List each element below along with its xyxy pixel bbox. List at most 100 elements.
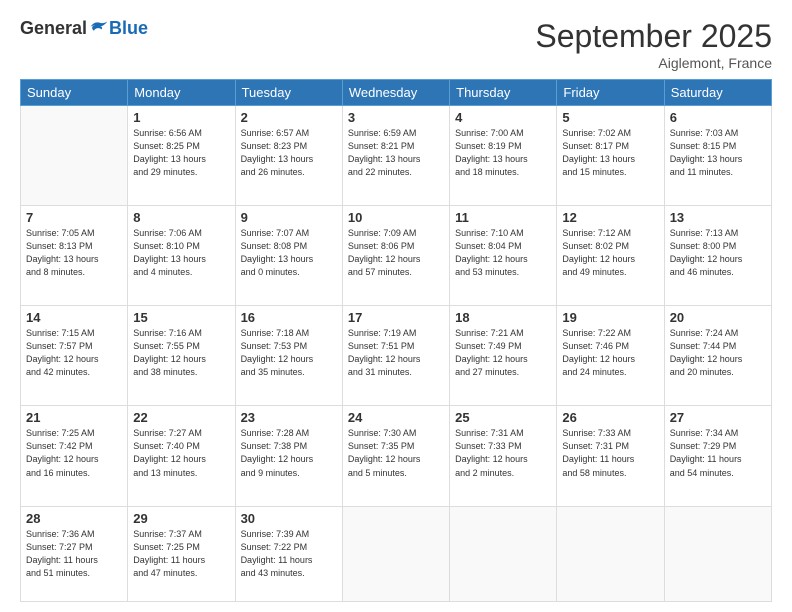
- day-number: 26: [562, 410, 658, 425]
- table-row: 12 Sunrise: 7:12 AM Sunset: 8:02 PM Dayli…: [557, 206, 664, 306]
- day-info: Sunrise: 7:36 AM Sunset: 7:27 PM Dayligh…: [26, 528, 122, 580]
- day-number: 3: [348, 110, 444, 125]
- day-info: Sunrise: 7:30 AM Sunset: 7:35 PM Dayligh…: [348, 427, 444, 479]
- day-number: 10: [348, 210, 444, 225]
- day-number: 18: [455, 310, 551, 325]
- table-row: 27Sunrise: 7:34 AM Sunset: 7:29 PM Dayli…: [664, 406, 771, 506]
- table-row: 15 Sunrise: 7:16 AM Sunset: 7:55 PM Dayli…: [128, 306, 235, 406]
- table-row: 19 Sunrise: 7:22 AM Sunset: 7:46 PM Dayli…: [557, 306, 664, 406]
- day-info: Sunrise: 7:07 AM Sunset: 8:08 PM Dayligh…: [241, 227, 337, 279]
- col-monday: Monday: [128, 80, 235, 106]
- day-number: 16: [241, 310, 337, 325]
- table-row: 29 Sunrise: 7:37 AM Sunset: 7:25 PM Dayli…: [128, 506, 235, 602]
- col-wednesday: Wednesday: [342, 80, 449, 106]
- day-info: Sunrise: 7:33 AM Sunset: 7:31 PM Dayligh…: [562, 427, 658, 479]
- day-info: Sunrise: 7:18 AM Sunset: 7:53 PM Dayligh…: [241, 327, 337, 379]
- table-row: [664, 506, 771, 602]
- table-row: 25 Sunrise: 7:31 AM Sunset: 7:33 PM Dayli…: [450, 406, 557, 506]
- col-tuesday: Tuesday: [235, 80, 342, 106]
- table-row: 26 Sunrise: 7:33 AM Sunset: 7:31 PM Dayli…: [557, 406, 664, 506]
- day-info: Sunrise: 7:21 AM Sunset: 7:49 PM Dayligh…: [455, 327, 551, 379]
- table-row: 17 Sunrise: 7:19 AM Sunset: 7:51 PM Dayli…: [342, 306, 449, 406]
- page: General Blue September 2025 Aiglemont, F…: [0, 0, 792, 612]
- logo-blue-text: Blue: [109, 18, 148, 39]
- day-info: Sunrise: 7:10 AM Sunset: 8:04 PM Dayligh…: [455, 227, 551, 279]
- day-number: 13: [670, 210, 766, 225]
- day-info: Sunrise: 7:02 AM Sunset: 8:17 PM Dayligh…: [562, 127, 658, 179]
- header: General Blue September 2025 Aiglemont, F…: [20, 18, 772, 71]
- calendar-header-row: Sunday Monday Tuesday Wednesday Thursday…: [21, 80, 772, 106]
- day-info: Sunrise: 7:16 AM Sunset: 7:55 PM Dayligh…: [133, 327, 229, 379]
- day-number: 6: [670, 110, 766, 125]
- day-info: Sunrise: 7:25 AM Sunset: 7:42 PM Dayligh…: [26, 427, 122, 479]
- day-info: Sunrise: 7:37 AM Sunset: 7:25 PM Dayligh…: [133, 528, 229, 580]
- day-info: Sunrise: 7:15 AM Sunset: 7:57 PM Dayligh…: [26, 327, 122, 379]
- table-row: 11 Sunrise: 7:10 AM Sunset: 8:04 PM Dayli…: [450, 206, 557, 306]
- table-row: 4 Sunrise: 7:00 AM Sunset: 8:19 PM Daylig…: [450, 106, 557, 206]
- day-info: Sunrise: 7:13 AM Sunset: 8:00 PM Dayligh…: [670, 227, 766, 279]
- col-friday: Friday: [557, 80, 664, 106]
- day-number: 9: [241, 210, 337, 225]
- day-info: Sunrise: 7:19 AM Sunset: 7:51 PM Dayligh…: [348, 327, 444, 379]
- day-info: Sunrise: 7:03 AM Sunset: 8:15 PM Dayligh…: [670, 127, 766, 179]
- day-info: Sunrise: 7:39 AM Sunset: 7:22 PM Dayligh…: [241, 528, 337, 580]
- logo: General Blue: [20, 18, 148, 39]
- day-info: Sunrise: 7:06 AM Sunset: 8:10 PM Dayligh…: [133, 227, 229, 279]
- day-number: 12: [562, 210, 658, 225]
- day-number: 19: [562, 310, 658, 325]
- day-info: Sunrise: 6:59 AM Sunset: 8:21 PM Dayligh…: [348, 127, 444, 179]
- day-number: 17: [348, 310, 444, 325]
- day-number: 4: [455, 110, 551, 125]
- col-thursday: Thursday: [450, 80, 557, 106]
- table-row: 10 Sunrise: 7:09 AM Sunset: 8:06 PM Dayli…: [342, 206, 449, 306]
- day-info: Sunrise: 7:09 AM Sunset: 8:06 PM Dayligh…: [348, 227, 444, 279]
- table-row: 22 Sunrise: 7:27 AM Sunset: 7:40 PM Dayli…: [128, 406, 235, 506]
- table-row: 13 Sunrise: 7:13 AM Sunset: 8:00 PM Dayli…: [664, 206, 771, 306]
- table-row: [450, 506, 557, 602]
- table-row: 5 Sunrise: 7:02 AM Sunset: 8:17 PM Daylig…: [557, 106, 664, 206]
- day-number: 28: [26, 511, 122, 526]
- day-number: 8: [133, 210, 229, 225]
- table-row: 14 Sunrise: 7:15 AM Sunset: 7:57 PM Dayli…: [21, 306, 128, 406]
- day-info: Sunrise: 7:28 AM Sunset: 7:38 PM Dayligh…: [241, 427, 337, 479]
- table-row: 20Sunrise: 7:24 AM Sunset: 7:44 PM Dayli…: [664, 306, 771, 406]
- day-number: 2: [241, 110, 337, 125]
- day-number: 1: [133, 110, 229, 125]
- logo-bird-icon: [89, 19, 109, 39]
- table-row: 9 Sunrise: 7:07 AM Sunset: 8:08 PM Daylig…: [235, 206, 342, 306]
- day-info: Sunrise: 7:22 AM Sunset: 7:46 PM Dayligh…: [562, 327, 658, 379]
- table-row: 30 Sunrise: 7:39 AM Sunset: 7:22 PM Dayli…: [235, 506, 342, 602]
- table-row: 6 Sunrise: 7:03 AM Sunset: 8:15 PM Daylig…: [664, 106, 771, 206]
- day-number: 15: [133, 310, 229, 325]
- day-number: 30: [241, 511, 337, 526]
- day-info: Sunrise: 7:05 AM Sunset: 8:13 PM Dayligh…: [26, 227, 122, 279]
- day-info: Sunrise: 7:27 AM Sunset: 7:40 PM Dayligh…: [133, 427, 229, 479]
- table-row: 2 Sunrise: 6:57 AM Sunset: 8:23 PM Daylig…: [235, 106, 342, 206]
- table-row: 8 Sunrise: 7:06 AM Sunset: 8:10 PM Daylig…: [128, 206, 235, 306]
- table-row: 3 Sunrise: 6:59 AM Sunset: 8:21 PM Daylig…: [342, 106, 449, 206]
- day-info: Sunrise: 7:12 AM Sunset: 8:02 PM Dayligh…: [562, 227, 658, 279]
- title-section: September 2025 Aiglemont, France: [535, 18, 772, 71]
- table-row: 21 Sunrise: 7:25 AM Sunset: 7:42 PM Dayli…: [21, 406, 128, 506]
- day-number: 29: [133, 511, 229, 526]
- day-info: Sunrise: 7:24 AM Sunset: 7:44 PM Dayligh…: [670, 327, 766, 379]
- table-row: 28 Sunrise: 7:36 AM Sunset: 7:27 PM Dayli…: [21, 506, 128, 602]
- day-number: 21: [26, 410, 122, 425]
- day-number: 5: [562, 110, 658, 125]
- location: Aiglemont, France: [535, 55, 772, 71]
- day-info: Sunrise: 6:56 AM Sunset: 8:25 PM Dayligh…: [133, 127, 229, 179]
- day-info: Sunrise: 7:00 AM Sunset: 8:19 PM Dayligh…: [455, 127, 551, 179]
- table-row: 23Sunrise: 7:28 AM Sunset: 7:38 PM Dayli…: [235, 406, 342, 506]
- table-row: [557, 506, 664, 602]
- calendar-table: Sunday Monday Tuesday Wednesday Thursday…: [20, 79, 772, 602]
- col-sunday: Sunday: [21, 80, 128, 106]
- day-info: Sunrise: 7:31 AM Sunset: 7:33 PM Dayligh…: [455, 427, 551, 479]
- table-row: 18 Sunrise: 7:21 AM Sunset: 7:49 PM Dayli…: [450, 306, 557, 406]
- day-info: Sunrise: 7:34 AM Sunset: 7:29 PM Dayligh…: [670, 427, 766, 479]
- day-info: Sunrise: 6:57 AM Sunset: 8:23 PM Dayligh…: [241, 127, 337, 179]
- table-row: 1 Sunrise: 6:56 AM Sunset: 8:25 PM Daylig…: [128, 106, 235, 206]
- day-number: 22: [133, 410, 229, 425]
- day-number: 14: [26, 310, 122, 325]
- day-number: 11: [455, 210, 551, 225]
- day-number: 25: [455, 410, 551, 425]
